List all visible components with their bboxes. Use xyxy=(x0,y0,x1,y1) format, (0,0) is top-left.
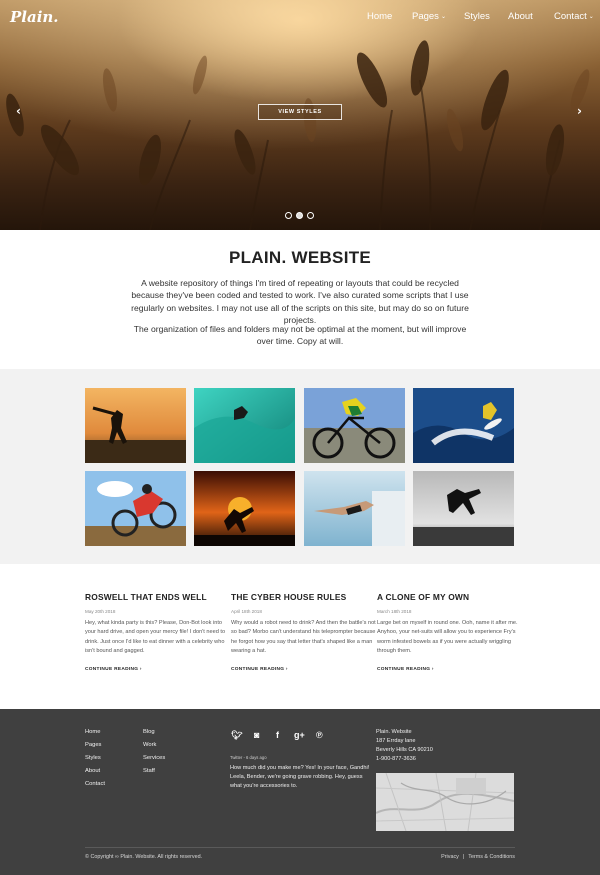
nav-pages[interactable]: Pages ⌄ xyxy=(412,11,446,22)
legal-links: Privacy | Terms & Conditions xyxy=(441,854,515,860)
post-date: March 18th 2018 xyxy=(377,609,412,614)
gallery-image-sunset[interactable] xyxy=(194,471,295,546)
photo-gallery xyxy=(0,369,600,564)
footer-link-services[interactable]: Services xyxy=(143,755,165,761)
post-date: May 20th 2018 xyxy=(85,609,116,614)
intro-paragraph-2: The organization of files and folders ma… xyxy=(133,324,467,347)
googleplus-icon[interactable]: g+ xyxy=(294,730,305,740)
tweet-meta: Twitter - 6 days ago xyxy=(230,755,267,760)
slider-dot-3[interactable] xyxy=(307,212,314,219)
main-nav: Plain. Home Pages ⌄ Styles About Contact ⌄ xyxy=(0,0,600,34)
motocross-photo xyxy=(85,471,186,546)
site-logo[interactable]: Plain. xyxy=(10,8,59,26)
slider-dots xyxy=(285,212,315,220)
post-title[interactable]: A CLONE OF MY OWN xyxy=(377,592,513,602)
pinterest-icon[interactable]: ℗ xyxy=(316,730,323,740)
footer-link-pages[interactable]: Pages xyxy=(85,742,101,748)
post-excerpt: Why would a robot need to drink? And the… xyxy=(231,620,376,655)
chevron-down-icon: ⌄ xyxy=(588,13,594,20)
gallery-image-beach-jump[interactable] xyxy=(413,471,514,546)
copyright-text: © Copyright ∞ Plain. Website. All rights… xyxy=(85,854,203,860)
nav-home-label: Home xyxy=(367,11,393,22)
blog-post-2: THE CYBER HOUSE RULES April 18th 2018 Wh… xyxy=(231,592,376,672)
twitter-icon[interactable]: 🐦︎ xyxy=(231,730,242,741)
beach-jump-photo xyxy=(413,471,514,546)
surfer-wave-photo xyxy=(194,388,295,463)
privacy-link[interactable]: Privacy xyxy=(441,854,459,860)
continue-reading-link[interactable]: CONTINUE READING › xyxy=(85,667,221,672)
footer-link-about[interactable]: About xyxy=(85,768,100,774)
terms-link[interactable]: Terms & Conditions xyxy=(468,854,515,860)
baseball-batter-photo xyxy=(85,388,186,463)
gallery-image-cyclist[interactable] xyxy=(304,388,405,463)
nav-styles[interactable]: Styles xyxy=(464,11,490,22)
continue-reading-link[interactable]: CONTINUE READING › xyxy=(377,667,513,672)
nav-contact[interactable]: Contact ⌄ xyxy=(554,11,594,22)
site-footer: Home Pages Styles About Contact Blog Wor… xyxy=(0,709,600,875)
address-street: 187 Errday lane xyxy=(376,738,416,744)
slider-prev-icon[interactable]: ‹ xyxy=(16,104,21,118)
footer-link-contact[interactable]: Contact xyxy=(85,781,105,787)
legal-separator: | xyxy=(462,854,465,860)
nav-pages-label: Pages xyxy=(412,11,439,22)
swimmer-photo xyxy=(304,471,405,546)
location-map[interactable] xyxy=(376,773,514,831)
footer-link-staff[interactable]: Staff xyxy=(143,768,155,774)
address-city: Beverly Hills CA 90210 xyxy=(376,747,433,753)
blog-post-3: A CLONE OF MY OWN March 18th 2018 Large … xyxy=(377,592,518,672)
slider-dot-2[interactable] xyxy=(296,212,303,219)
address-phone[interactable]: 1-900-877-3636 xyxy=(376,756,416,762)
intro-paragraph-1: A website repository of things I'm tired… xyxy=(131,278,469,326)
surfer-spray-photo xyxy=(413,388,514,463)
instagram-icon[interactable]: ◙ xyxy=(254,730,259,740)
nav-styles-label: Styles xyxy=(464,11,490,22)
footer-link-blog[interactable]: Blog xyxy=(143,729,155,735)
post-excerpt: Large bet on myself in round one. Ooh, n… xyxy=(377,620,518,655)
map-icon xyxy=(376,773,514,831)
gallery-image-swimmer[interactable] xyxy=(304,471,405,546)
slider-dot-1[interactable] xyxy=(285,212,292,219)
slider-next-icon[interactable]: › xyxy=(577,104,582,118)
cyclist-photo xyxy=(304,388,405,463)
nav-contact-label: Contact xyxy=(554,11,587,22)
nav-about-label: About xyxy=(508,11,533,22)
post-title[interactable]: THE CYBER HOUSE RULES xyxy=(231,592,367,602)
post-title[interactable]: ROSWELL THAT ENDS WELL xyxy=(85,592,221,602)
facebook-icon[interactable]: f xyxy=(276,730,279,740)
nav-about[interactable]: About xyxy=(508,11,533,22)
view-styles-button[interactable]: VIEW STYLES xyxy=(258,104,342,120)
footer-divider xyxy=(85,847,515,848)
continue-reading-link[interactable]: CONTINUE READING › xyxy=(231,667,367,672)
gallery-image-baseball[interactable] xyxy=(85,388,186,463)
post-excerpt: Hey, what kinda party is this? Please, D… xyxy=(85,620,226,655)
chevron-down-icon: ⌄ xyxy=(440,13,446,20)
nav-home[interactable]: Home xyxy=(367,11,392,22)
blog-post-1: ROSWELL THAT ENDS WELL May 20th 2018 Hey… xyxy=(85,592,225,672)
tweet-text: How much did you make me? Yes! In your f… xyxy=(230,765,370,790)
sunset-kick-photo xyxy=(194,471,295,546)
footer-link-home[interactable]: Home xyxy=(85,729,100,735)
footer-link-styles[interactable]: Styles xyxy=(85,755,101,761)
intro-title: PLAIN. WEBSITE xyxy=(228,248,372,267)
footer-link-work[interactable]: Work xyxy=(143,742,156,748)
gallery-image-surfer-wave[interactable] xyxy=(194,388,295,463)
gallery-image-surfer-spray[interactable] xyxy=(413,388,514,463)
hero-slider: Plain. Home Pages ⌄ Styles About Contact ⌄… xyxy=(0,0,600,230)
post-date: April 18th 2018 xyxy=(231,609,262,614)
address-name: Plain. Website xyxy=(376,729,412,735)
gallery-image-motocross[interactable] xyxy=(85,471,186,546)
